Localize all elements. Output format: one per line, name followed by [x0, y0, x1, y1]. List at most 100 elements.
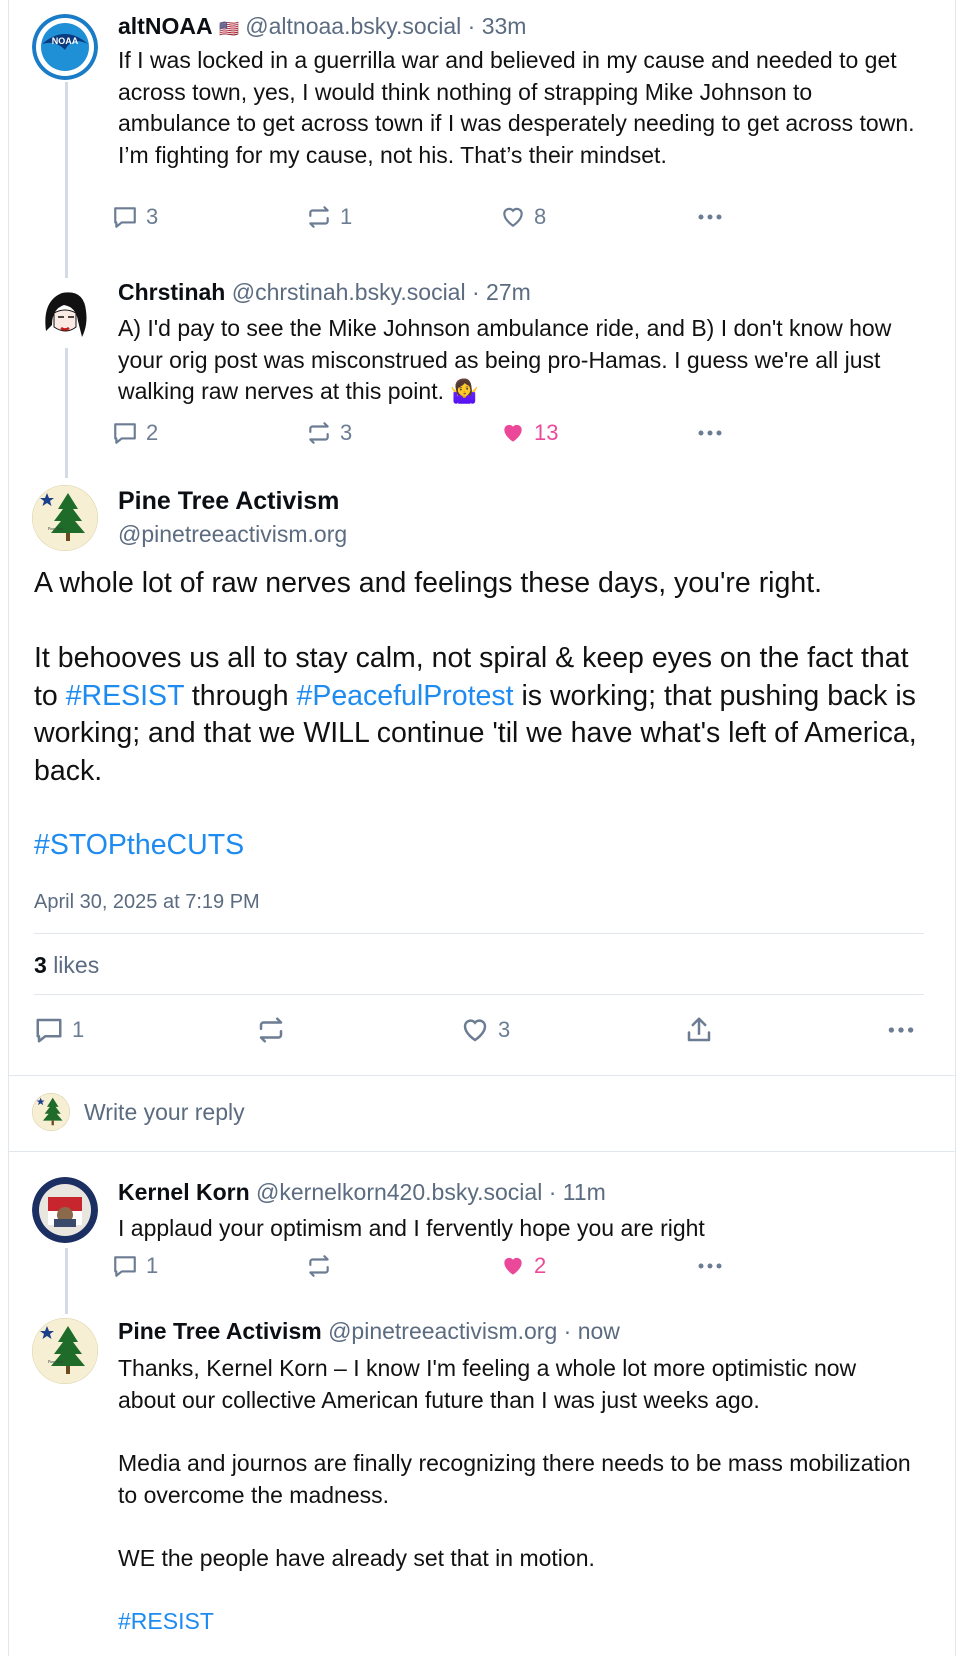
divider — [8, 1075, 956, 1076]
author-handle[interactable]: @kernelkorn420.bsky.social — [256, 1179, 542, 1205]
divider — [34, 933, 924, 934]
reply-icon — [36, 1018, 62, 1043]
like-count: 2 — [534, 1253, 547, 1278]
more-options-button[interactable] — [696, 420, 724, 446]
reply-placeholder[interactable]: Write your reply — [84, 1099, 245, 1126]
svg-text:Pine Tree: Pine Tree — [48, 526, 63, 531]
repost-icon — [309, 422, 329, 444]
likes-summary[interactable]: 3 likes — [34, 952, 99, 979]
hashtag-resist[interactable]: #RESIST — [118, 1608, 214, 1634]
reply-icon — [114, 1256, 136, 1277]
post-text-paragraph-4: #RESIST — [118, 1606, 918, 1638]
repost-button[interactable] — [306, 1253, 332, 1279]
like-count: 8 — [534, 204, 547, 229]
thread-connector — [65, 348, 68, 478]
main-post-paragraph-2: It behooves us all to stay calm, not spi… — [34, 640, 924, 790]
text-span: through — [183, 679, 297, 712]
post-timestamp[interactable]: April 30, 2025 at 7:19 PM — [34, 891, 260, 914]
author-handle[interactable]: @pinetreeactivism.org — [118, 521, 347, 548]
post-actions: 3 1 8 — [112, 204, 772, 236]
author-name[interactable]: Chrstinah — [118, 279, 225, 305]
reply-button[interactable]: 2 — [112, 420, 158, 446]
divider — [34, 994, 924, 995]
reply-button[interactable]: 3 — [112, 204, 158, 230]
heart-icon — [503, 207, 523, 227]
like-count: 13 — [534, 420, 559, 445]
divider — [8, 1151, 956, 1152]
main-post-paragraph-3: #STOPtheCUTS — [34, 827, 924, 865]
post-actions: 1 2 — [112, 1253, 772, 1285]
avatar-pinetree[interactable]: Pine Tree — [32, 485, 98, 551]
likes-label: likes — [53, 952, 100, 978]
like-button[interactable]: 3 — [460, 1015, 510, 1045]
reply-icon — [114, 207, 136, 228]
repost-button[interactable] — [256, 1015, 286, 1045]
like-button[interactable]: 8 — [500, 204, 546, 230]
post-time[interactable]: 11m — [563, 1179, 606, 1205]
svg-text:NOAA: NOAA — [52, 36, 79, 46]
author-name[interactable]: Pine Tree Activism — [118, 1318, 322, 1344]
ellipsis-icon — [698, 1263, 722, 1269]
main-post-actions: 1 3 — [34, 1015, 924, 1051]
hashtag-resist[interactable]: #RESIST — [66, 680, 184, 712]
reply-button[interactable]: 1 — [112, 1253, 158, 1279]
my-avatar — [32, 1093, 70, 1131]
reply-count: 3 — [146, 204, 159, 229]
post-actions: 2 3 13 — [112, 420, 772, 452]
reply-composer[interactable]: Write your reply — [32, 1093, 912, 1135]
repost-button[interactable]: 3 — [306, 420, 352, 446]
thread-connector — [65, 1248, 68, 1314]
ellipsis-icon — [698, 430, 722, 436]
post-time[interactable]: 33m — [482, 13, 527, 39]
more-options-button[interactable] — [886, 1015, 916, 1045]
repost-count: 1 — [340, 204, 353, 229]
more-options-button[interactable] — [696, 204, 724, 230]
repost-icon — [309, 206, 329, 228]
avatar-chrstinah[interactable] — [32, 281, 98, 347]
post-text-paragraph-1: Thanks, Kernel Korn – I know I'm feeling… — [118, 1355, 857, 1413]
more-options-button[interactable] — [696, 1253, 724, 1279]
hashtag-peacefulprotest[interactable]: #PeacefulProtest — [296, 680, 513, 712]
ellipsis-icon — [698, 214, 722, 220]
likes-count: 3 — [34, 952, 47, 978]
hashtag-stopthecuts[interactable]: #STOPtheCUTS — [34, 829, 244, 861]
thread-connector — [65, 82, 68, 278]
heart-icon — [463, 1019, 487, 1042]
repost-icon — [259, 1017, 283, 1043]
author-handle[interactable]: @chrstinah.bsky.social — [232, 279, 466, 305]
post-text: I applaud your optimism and I fervently … — [118, 1215, 705, 1241]
heart-filled-icon — [504, 424, 522, 442]
author-handle[interactable]: @altnoaa.bsky.social — [245, 13, 461, 39]
main-post-paragraph-1: A whole lot of raw nerves and feelings t… — [34, 567, 823, 599]
avatar-kernelkorn[interactable] — [32, 1177, 98, 1243]
like-button[interactable]: 2 — [500, 1253, 546, 1279]
avatar-altnoaa[interactable]: NOAA — [32, 14, 98, 80]
svg-text:Pine Tree: Pine Tree — [48, 1359, 63, 1364]
share-button[interactable] — [684, 1015, 714, 1045]
share-icon — [687, 1017, 711, 1042]
country-flag: 🇺🇸 — [218, 21, 239, 38]
post-time[interactable]: 27m — [486, 279, 531, 305]
author-handle[interactable]: @pinetreeactivism.org — [328, 1318, 557, 1344]
post-text-paragraph-3: WE the people have already set that in m… — [118, 1545, 595, 1571]
repost-icon — [309, 1255, 329, 1277]
post-text: A) I'd pay to see the Mike Johnson ambul… — [118, 315, 892, 404]
avatar-pinetree[interactable]: Pine Tree — [32, 1318, 98, 1384]
reply-count: 1 — [72, 1017, 85, 1042]
repost-count: 3 — [340, 420, 353, 445]
like-button[interactable]: 13 — [500, 420, 558, 446]
reply-count: 2 — [146, 420, 159, 445]
author-name[interactable]: Pine Tree Activism — [118, 487, 339, 516]
post-time[interactable]: now — [578, 1318, 620, 1344]
reply-button[interactable]: 1 — [34, 1015, 84, 1045]
author-name[interactable]: Kernel Korn — [118, 1179, 250, 1205]
reply-count: 1 — [146, 1253, 159, 1278]
reply-icon — [114, 423, 136, 444]
heart-filled-icon — [504, 1257, 522, 1275]
like-count: 3 — [498, 1017, 511, 1042]
ellipsis-icon — [888, 1027, 914, 1033]
repost-button[interactable]: 1 — [306, 204, 352, 230]
author-name[interactable]: altNOAA — [118, 13, 213, 39]
post-text-paragraph-2: Media and journos are finally recognizin… — [118, 1450, 911, 1508]
post-text: If I was locked in a guerrilla war and b… — [118, 47, 915, 168]
